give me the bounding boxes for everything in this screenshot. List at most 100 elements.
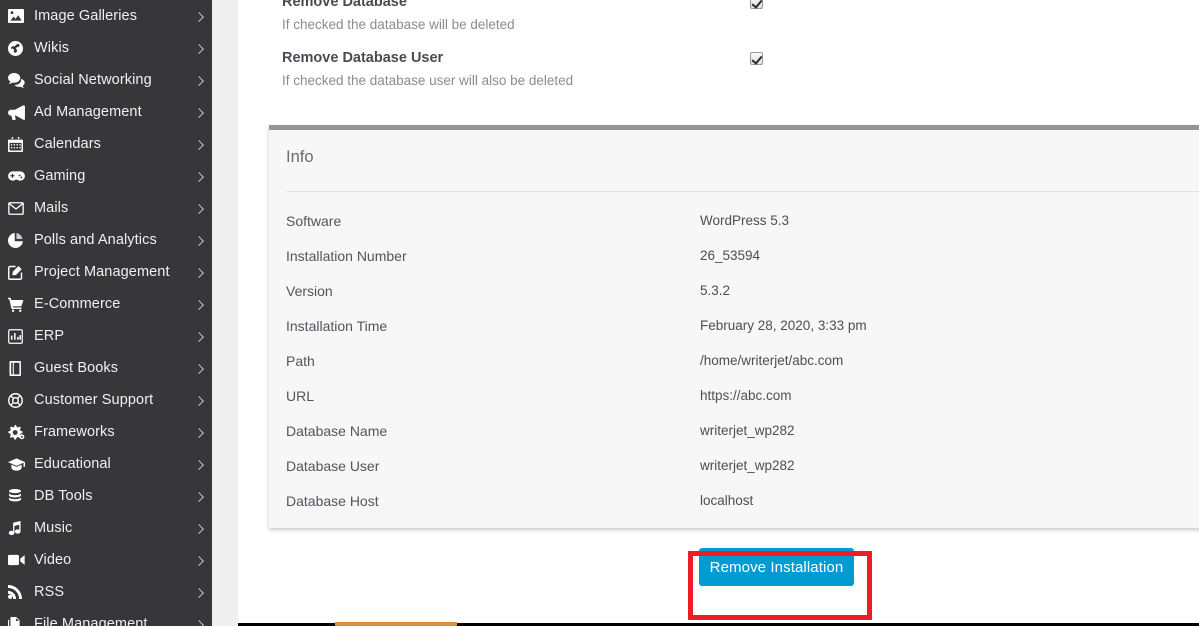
chevron-right-icon [194, 492, 204, 502]
sidebar-item-wikis[interactable]: Wikis [0, 32, 212, 64]
info-row: Database User writerjet_wp282 [286, 455, 1199, 490]
sidebar-item-music[interactable]: Music [0, 512, 212, 544]
pie-chart-icon [8, 232, 34, 248]
lifebuoy-icon [8, 392, 34, 408]
sidebar-item-social-networking[interactable]: Social Networking [0, 64, 212, 96]
info-panel-heading: Info [286, 148, 314, 166]
chevron-right-icon [194, 204, 204, 214]
chevron-right-icon [194, 76, 204, 86]
image-icon [8, 9, 34, 23]
sidebar-item-label: Educational [34, 456, 111, 472]
bullhorn-icon [8, 104, 34, 120]
sidebar-item-video[interactable]: Video [0, 544, 212, 576]
sidebar-item-file-management[interactable]: File Management [0, 608, 212, 626]
main-content: Remove Database If checked the database … [238, 0, 1199, 626]
calendar-icon [8, 136, 34, 152]
file-copy-icon [8, 616, 34, 626]
sidebar-item-label: Music [34, 520, 73, 536]
sidebar-item-db-tools[interactable]: DB Tools [0, 480, 212, 512]
sidebar-item-label: DB Tools [34, 488, 93, 504]
info-row: URL https://abc.com [286, 385, 1199, 420]
option-title: Remove Database User [282, 50, 444, 66]
info-row-label: Database User [286, 458, 380, 474]
remove-database-checkbox[interactable] [750, 0, 763, 9]
info-panel: Info Software WordPress 5.3 Installation N… [269, 125, 1199, 528]
gamepad-icon [8, 170, 34, 183]
info-row-label: Software [286, 213, 342, 229]
bar-chart-icon [8, 328, 34, 344]
globe-icon [8, 40, 34, 56]
option-remove-database: Remove Database If checked the database … [282, 0, 1162, 32]
chevron-right-icon [194, 524, 204, 534]
info-row-value: writerjet_wp282 [700, 423, 795, 438]
sidebar-item-project-management[interactable]: Project Management [0, 256, 212, 288]
info-row: Database Name writerjet_wp282 [286, 420, 1199, 455]
sidebar-item-guest-books[interactable]: Guest Books [0, 352, 212, 384]
chevron-right-icon [194, 236, 204, 246]
chevron-right-icon [194, 364, 204, 374]
sidebar-item-label: RSS [34, 584, 65, 600]
chevron-right-icon [194, 460, 204, 470]
info-row: Database Host localhost [286, 490, 1199, 525]
sidebar-item-mails[interactable]: Mails [0, 192, 212, 224]
remove-database-user-checkbox-wrap[interactable] [750, 52, 763, 65]
chevron-right-icon [194, 556, 204, 566]
info-row-label: Installation Number [286, 248, 407, 264]
sidebar-item-ad-management[interactable]: Ad Management [0, 96, 212, 128]
chevron-right-icon [194, 44, 204, 54]
chevron-right-icon [194, 140, 204, 150]
info-row-value: writerjet_wp282 [700, 458, 795, 473]
cogs-icon [8, 424, 34, 440]
info-row-label: Version [286, 283, 333, 299]
info-row: Version 5.3.2 [286, 280, 1199, 315]
envelope-icon [8, 201, 34, 215]
sidebar-item-erp[interactable]: ERP [0, 320, 212, 352]
remove-database-checkbox-wrap[interactable] [750, 0, 763, 9]
info-row-label: Installation Time [286, 318, 388, 334]
sidebar-item-rss[interactable]: RSS [0, 576, 212, 608]
sidebar-item-label: Gaming [34, 168, 86, 184]
sidebar-item-educational[interactable]: Educational [0, 448, 212, 480]
database-icon [8, 488, 34, 504]
info-row-value: 5.3.2 [700, 283, 731, 298]
footer-action-area: Remove Installation [238, 528, 1199, 626]
sidebar-item-calendars[interactable]: Calendars [0, 128, 212, 160]
option-title: Remove Database [282, 0, 407, 10]
sidebar-item-image-galleries[interactable]: Image Galleries [0, 0, 212, 32]
info-row-value: 26_53594 [700, 248, 761, 263]
book-icon [8, 360, 34, 376]
sidebar-gutter [212, 0, 238, 626]
sidebar-item-e-commerce[interactable]: E-Commerce [0, 288, 212, 320]
info-row-value: https://abc.com [700, 388, 792, 403]
chevron-right-icon [194, 12, 204, 22]
sidebar-item-label: Frameworks [34, 424, 115, 440]
sidebar-item-label: Social Networking [34, 72, 152, 88]
rss-icon [8, 585, 34, 599]
option-description: If checked the database user will also b… [282, 73, 574, 88]
sidebar-item-label: Guest Books [34, 360, 119, 376]
info-row: Installation Number 26_53594 [286, 245, 1199, 280]
sidebar-item-label: Wikis [34, 40, 70, 56]
info-row-label: URL [286, 388, 315, 404]
shopping-cart-icon [8, 297, 34, 312]
video-camera-icon [8, 554, 34, 566]
info-row-label: Database Host [286, 493, 379, 509]
music-note-icon [8, 520, 34, 536]
bottom-orange-strip [335, 622, 457, 626]
sidebar-item-frameworks[interactable]: Frameworks [0, 416, 212, 448]
info-row: Path/home/writerjet/abc.com [286, 350, 1199, 385]
sidebar-item-polls-and-analytics[interactable]: Polls and Analytics [0, 224, 212, 256]
sidebar-item-customer-support[interactable]: Customer Support [0, 384, 212, 416]
chevron-right-icon [194, 428, 204, 438]
sidebar-item-gaming[interactable]: Gaming [0, 160, 212, 192]
chevron-right-icon [194, 620, 204, 626]
remove-database-user-checkbox[interactable] [750, 52, 763, 65]
option-remove-database-user: Remove Database User If checked the data… [282, 50, 1162, 88]
remove-installation-button[interactable]: Remove Installation [699, 548, 854, 586]
info-row-value: /home/writerjet/abc.com [700, 353, 844, 368]
page-root: Image Galleries Wikis Social Networking Ad … [0, 0, 1199, 626]
sidebar-item-label: Customer Support [34, 392, 154, 408]
info-row-label: Database Name [286, 423, 388, 439]
chevron-right-icon [194, 332, 204, 342]
info-row-value: localhost [700, 493, 754, 508]
